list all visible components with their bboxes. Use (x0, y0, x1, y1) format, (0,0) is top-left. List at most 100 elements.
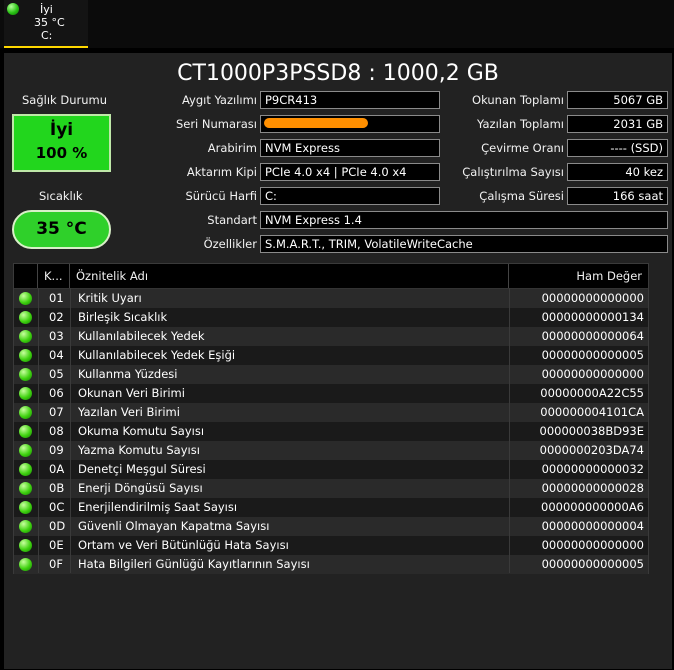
table-row[interactable]: 0E Ortam ve Veri Bütünlüğü Hata Sayısı 000… (14, 536, 648, 555)
attribute-name-column-header[interactable]: Öznitelik Adı (70, 264, 509, 288)
rotation-rate-label: Çevirme Oranı (481, 141, 564, 155)
status-ok-icon (19, 539, 32, 552)
id-column-header[interactable]: K... (38, 264, 70, 288)
attribute-id: 0F (49, 557, 63, 571)
temperature-label: Sıcaklık (39, 189, 83, 203)
attribute-id: 0A (49, 462, 65, 476)
features-label: Özellikler (203, 237, 257, 251)
disk-tab-temperature: 35 °C (34, 16, 65, 29)
table-row[interactable]: 0D Güvenli Olmayan Kapatma Sayısı 00000000… (14, 517, 648, 536)
attribute-id: 03 (49, 329, 64, 343)
transfer-mode-label: Aktarım Kipi (186, 165, 257, 179)
table-row[interactable]: 08 Okuma Komutu Sayısı 000000038BD93E (14, 422, 648, 441)
attribute-name: Enerji Döngüsü Sayısı (78, 481, 203, 495)
table-row[interactable]: 0C Enerjilendirilmiş Saat Sayısı 000000000… (14, 498, 648, 517)
power-on-count-label: Çalıştırılma Sayısı (462, 165, 564, 179)
firmware-field[interactable]: P9CR413 (260, 91, 440, 109)
column-divider (70, 288, 71, 573)
table-row[interactable]: 0A Denetçi Meşgul Süresi 00000000000032 (14, 460, 648, 479)
drive-letter-field[interactable]: C: (260, 187, 440, 205)
attribute-name: Kritik Uyarı (78, 291, 142, 305)
attribute-raw-value: 00000000000000 (541, 291, 644, 305)
temperature-box[interactable]: 35 °C (12, 210, 111, 249)
health-status-icon (7, 3, 19, 15)
status-ok-icon (19, 482, 32, 495)
rotation-rate-field[interactable]: ---- (SSD) (567, 139, 668, 157)
attribute-raw-value: 00000000000000 (541, 367, 644, 381)
status-ok-icon (19, 311, 32, 324)
status-ok-icon (19, 387, 32, 400)
attribute-id: 09 (49, 443, 64, 457)
attribute-id: 0B (49, 481, 65, 495)
raw-value-column-header[interactable]: Ham Değer (509, 264, 648, 288)
interface-field[interactable]: NVM Express (260, 139, 440, 157)
attribute-name: Hata Bilgileri Günlüğü Kayıtlarının Sayı… (78, 557, 310, 571)
attribute-raw-value: 00000000A22C55 (540, 386, 644, 400)
attribute-id: 05 (49, 367, 64, 381)
host-writes-label: Yazılan Toplamı (477, 117, 564, 131)
health-label: Sağlık Durumu (22, 93, 108, 107)
disk-tab-status: İyi (40, 3, 53, 16)
attribute-raw-value: 0000000203DA74 (539, 443, 644, 457)
host-writes-field[interactable]: 2031 GB (567, 115, 668, 133)
attribute-id: 08 (49, 424, 64, 438)
table-row[interactable]: 03 Kullanılabilecek Yedek 00000000000064 (14, 327, 648, 346)
table-header: K... Öznitelik Adı Ham Değer (14, 264, 648, 289)
column-divider (509, 288, 510, 573)
attribute-raw-value: 000000038BD93E (539, 424, 645, 438)
attribute-id: 06 (49, 386, 64, 400)
power-on-hours-field[interactable]: 166 saat (567, 187, 668, 205)
standard-label: Standart (207, 213, 257, 227)
attribute-raw-value: 00000000000005 (541, 348, 644, 362)
attribute-name: Yazılan Veri Birimi (78, 405, 180, 419)
health-status: İyi (49, 120, 74, 140)
power-on-count-field[interactable]: 40 kez (567, 163, 668, 181)
table-row[interactable]: 02 Birleşik Sıcaklık 00000000000134 (14, 308, 648, 327)
attribute-id: 07 (49, 405, 64, 419)
status-ok-icon (19, 406, 32, 419)
attribute-name: Yazma Komutu Sayısı (78, 443, 200, 457)
standard-field[interactable]: NVM Express 1.4 (260, 211, 668, 229)
features-field[interactable]: S.M.A.R.T., TRIM, VolatileWriteCache (260, 235, 668, 253)
host-reads-field[interactable]: 5067 GB (567, 91, 668, 109)
table-row[interactable]: 09 Yazma Komutu Sayısı 0000000203DA74 (14, 441, 648, 460)
attribute-id: 0E (49, 538, 64, 552)
attribute-raw-value: 000000004101CA (540, 405, 644, 419)
attribute-name: Okunan Veri Birimi (78, 386, 185, 400)
serial-label: Seri Numarası (175, 117, 257, 131)
table-row[interactable]: 06 Okunan Veri Birimi 00000000A22C55 (14, 384, 648, 403)
table-row[interactable]: 0B Enerji Döngüsü Sayısı 00000000000028 (14, 479, 648, 498)
attribute-name: Güvenli Olmayan Kapatma Sayısı (78, 519, 270, 533)
attribute-name: Kullanılabilecek Yedek Eşiği (78, 348, 236, 362)
attribute-id: 04 (49, 348, 64, 362)
table-row[interactable]: 01 Kritik Uyarı 00000000000000 (14, 289, 648, 308)
attribute-id: 0D (49, 519, 66, 533)
status-ok-icon (19, 425, 32, 438)
status-ok-icon (19, 349, 32, 362)
power-on-hours-label: Çalışma Süresi (479, 189, 564, 203)
status-column-header[interactable] (14, 264, 38, 288)
table-row[interactable]: 0F Hata Bilgileri Günlüğü Kayıtlarının Sa… (14, 555, 648, 574)
disk-tab-drive-letter: C: (41, 29, 53, 42)
attribute-raw-value: 00000000000064 (541, 329, 644, 343)
attribute-raw-value: 00000000000004 (541, 519, 644, 533)
table-row[interactable]: 04 Kullanılabilecek Yedek Eşiği 0000000000… (14, 346, 648, 365)
attribute-name: Kullanma Yüzdesi (78, 367, 178, 381)
status-ok-icon (19, 330, 32, 343)
status-ok-icon (19, 501, 32, 514)
attribute-raw-value: 00000000000134 (541, 310, 644, 324)
table-row[interactable]: 05 Kullanma Yüzdesi 00000000000000 (14, 365, 648, 384)
health-status-box[interactable]: İyi 100 % (12, 114, 111, 172)
table-row[interactable]: 07 Yazılan Veri Birimi 000000004101CA (14, 403, 648, 422)
smart-attributes-table[interactable]: K... Öznitelik Adı Ham Değer 01 Kritik Uy… (13, 263, 649, 574)
serial-redaction (264, 118, 368, 128)
attribute-id: 0C (49, 500, 65, 514)
disk-tab[interactable]: İyi 35 °C C: (4, 0, 88, 48)
transfer-mode-field[interactable]: PCIe 4.0 x4 | PCIe 4.0 x4 (260, 163, 440, 181)
attribute-raw-value: 00000000000005 (541, 557, 644, 571)
attribute-raw-value: 00000000000000 (541, 538, 644, 552)
attribute-raw-value: 00000000000032 (541, 462, 644, 476)
host-reads-label: Okunan Toplamı (472, 93, 564, 107)
disk-tab-bar: İyi 35 °C C: (0, 0, 674, 48)
attribute-name: Kullanılabilecek Yedek (78, 329, 205, 343)
